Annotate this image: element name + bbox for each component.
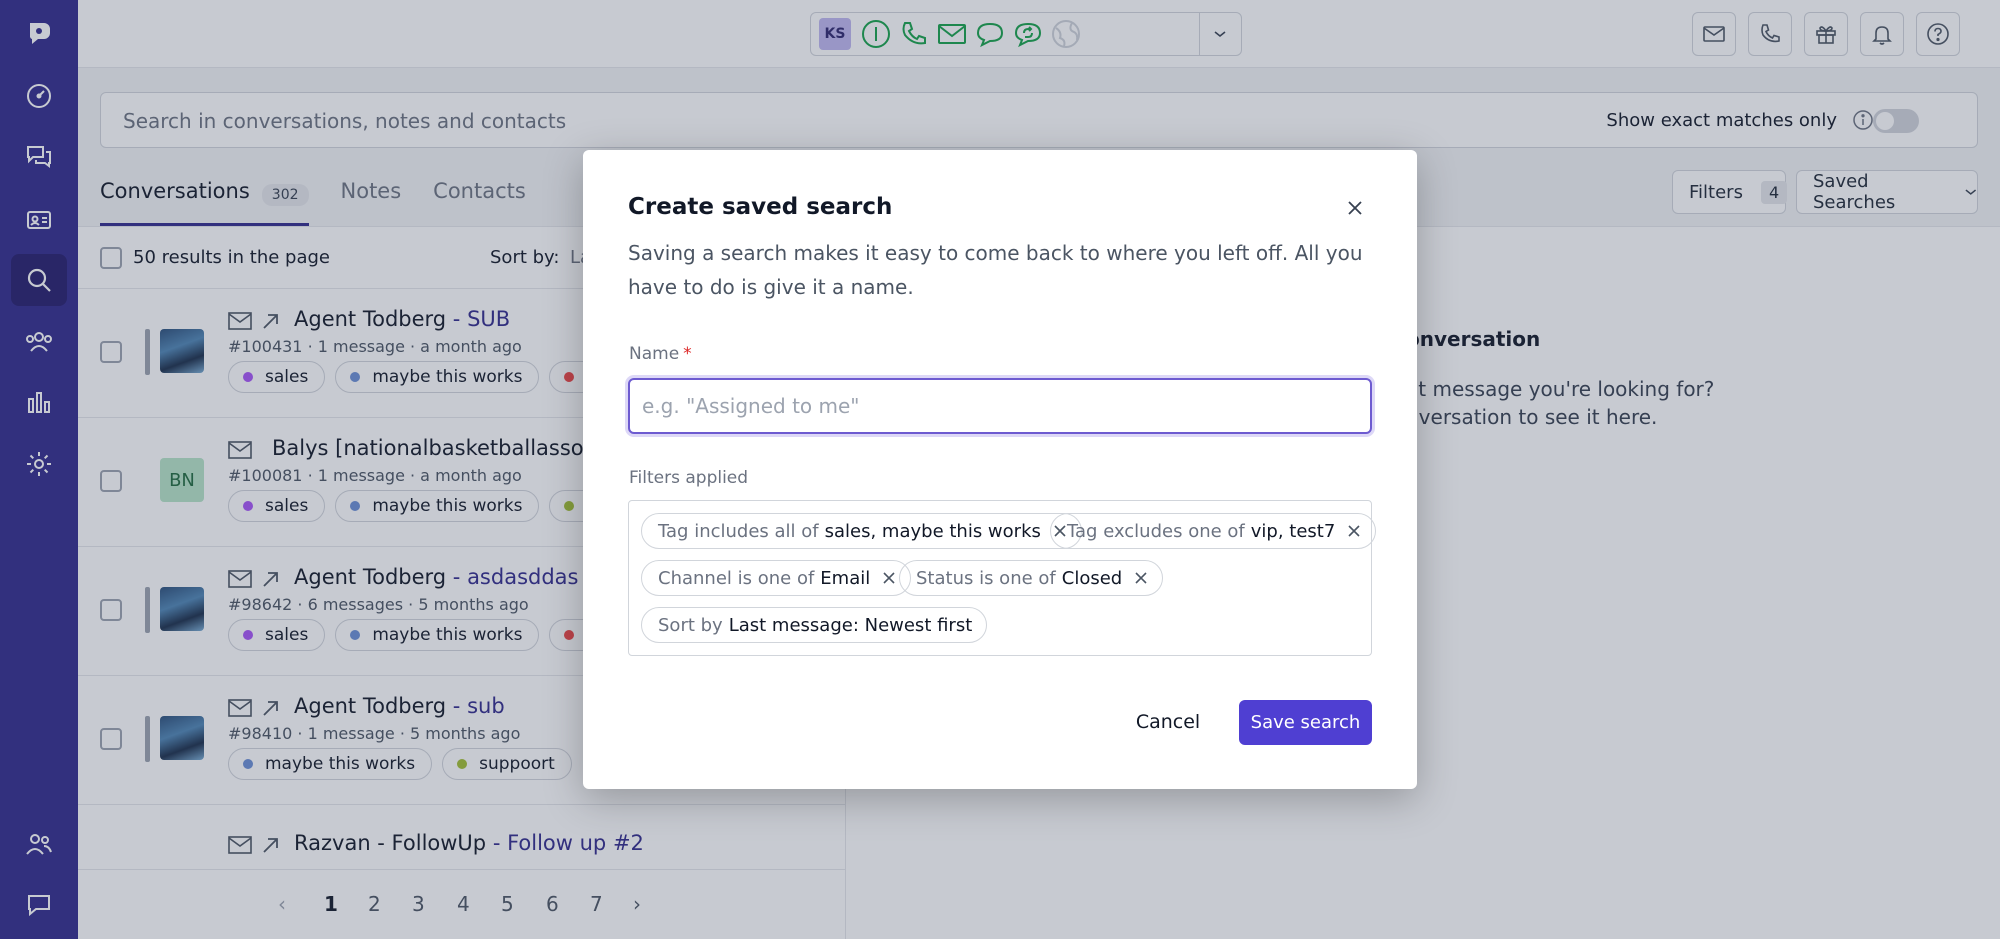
remove-chip-icon[interactable]	[1134, 571, 1148, 585]
chip-value: Email	[820, 567, 871, 589]
remove-chip-icon[interactable]	[882, 571, 896, 585]
filter-chip-channel: Channel is one of Email	[641, 560, 912, 596]
name-input[interactable]	[628, 378, 1372, 434]
chip-key: Channel is one of	[658, 567, 815, 589]
name-field-label: Name *	[629, 344, 692, 364]
chip-value: sales, maybe this works	[824, 520, 1041, 542]
create-saved-search-dialog: Create saved search Saving a search make…	[583, 150, 1417, 789]
chip-key: Sort by	[658, 614, 723, 636]
chip-key: Tag includes all of	[658, 520, 819, 542]
dialog-title: Create saved search	[628, 194, 893, 220]
cancel-button[interactable]: Cancel	[1123, 700, 1213, 744]
filter-chip-status: Status is one of Closed	[899, 560, 1164, 596]
filter-chip-tag-includes: Tag includes all of sales, maybe this wor…	[641, 513, 1082, 549]
dialog-description: Saving a search makes it easy to come ba…	[628, 241, 1363, 299]
chip-value: vip, test7	[1250, 520, 1336, 542]
chip-value: Last message: Newest first	[728, 614, 973, 636]
remove-chip-icon[interactable]	[1347, 524, 1361, 538]
filters-applied-label: Filters applied	[629, 468, 749, 488]
chip-key: Status is one of	[916, 567, 1056, 589]
filter-chip-sort: Sort by Last message: Newest first	[641, 607, 988, 643]
filters-applied-list: Tag includes all of sales, maybe this wor…	[628, 500, 1377, 656]
chip-value: Closed	[1061, 567, 1123, 589]
save-search-button[interactable]: Save search	[1239, 700, 1372, 745]
name-label-text: Name	[629, 344, 680, 364]
required-mark: *	[683, 344, 692, 364]
chip-key: Tag excludes one of	[1067, 520, 1245, 542]
close-icon[interactable]	[1341, 194, 1369, 222]
filter-chip-tag-excludes: Tag excludes one of vip, test7	[1050, 513, 1377, 549]
